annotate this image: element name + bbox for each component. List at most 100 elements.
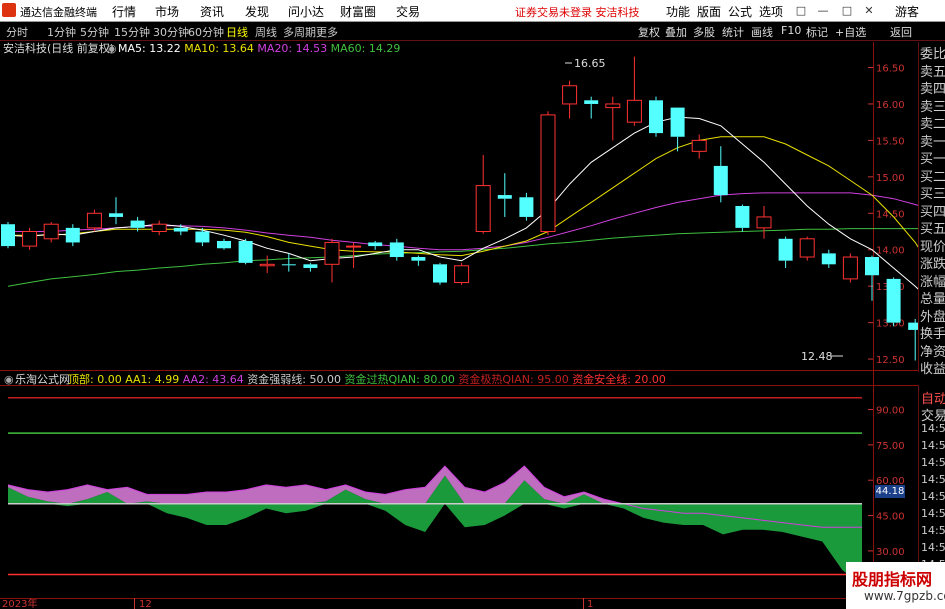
app-window: 通达信金融终端 行情 市场 资讯 发现 问小达 财富圈 交易 证券交易未登录 安… [0, 0, 945, 609]
ma-legend-item: MA60: 14.29 [331, 42, 401, 55]
quote-field-label: 涨幅 [920, 274, 945, 290]
candle-body [217, 240, 231, 249]
tick-time: 14:56 [921, 422, 945, 435]
candle-body [584, 100, 599, 104]
sub-legend: 顶部: 0.00 AA1: 4.99 AA2: 43.64 资金强弱线: 50.… [68, 372, 666, 386]
quote-field-label: 卖三 [920, 99, 945, 115]
ma10-line [8, 136, 938, 277]
main-chart-header: 安洁科技(日线 前复权) ◉ MA5: 13.22 MA10: 13.64 MA… [3, 41, 400, 55]
quote-field-label: 卖二 [920, 117, 945, 132]
quote-field-label: 外盘 [920, 309, 945, 325]
candle-body [799, 238, 815, 258]
candle-body [130, 220, 145, 228]
candle-body [540, 114, 556, 233]
ma-lines [7, 116, 938, 307]
sub-legend-item: 资金强弱线: 50.00 [247, 372, 344, 386]
candle-body [756, 216, 772, 229]
y-tick-label: 14.00 [876, 246, 905, 257]
sub-legend-item: 资金极热QIAN: 95.00 [458, 372, 572, 386]
candle-body [109, 213, 123, 217]
ma-legend: MA5: 13.22 MA10: 13.64 MA20: 14.53 MA60:… [118, 42, 400, 55]
quote-field-label: 买三 [920, 187, 945, 202]
quote-field-label: 买五 [920, 222, 945, 237]
candle-body [22, 231, 38, 247]
ma60-line [7, 228, 937, 287]
stock-label[interactable]: 安洁科技(日线 前复权) [3, 41, 114, 55]
y-tick-label: 14.50 [876, 209, 905, 220]
extreme-labels: 16.65 12.48 [565, 57, 843, 363]
candle-body [324, 241, 340, 265]
candle-body [886, 278, 901, 323]
candle-body [691, 139, 707, 152]
ma-legend-item: MA5: 13.22 [118, 42, 184, 55]
candle-body [195, 231, 210, 243]
candle-body [778, 238, 793, 261]
x-label-2023: 2023年 [2, 597, 37, 609]
candle-body [519, 197, 534, 217]
chart-area[interactable]: 安洁科技(日线 前复权) ◉ MA5: 13.22 MA10: 13.64 MA… [0, 0, 945, 609]
candle-body [433, 264, 447, 283]
watermark-title: 股朋指标网 [852, 570, 933, 589]
ma-legend-item: MA20: 14.53 [257, 42, 330, 55]
sub-current-value: 44.18 [875, 485, 905, 498]
candle-body [713, 165, 728, 196]
y-tick-label: 30.00 [876, 547, 905, 558]
candle-body [649, 100, 663, 134]
candle-body [605, 103, 621, 109]
sub-legend-item: 资金安全线: 20.00 [572, 372, 666, 386]
candle-body [368, 242, 383, 247]
ma5-line [7, 116, 938, 307]
candle-body [475, 185, 491, 233]
candle-body [259, 263, 275, 267]
x-label-12: 12 [139, 599, 152, 609]
y-tick-label: 15.00 [876, 173, 905, 184]
ma-legend-item: MA10: 13.64 [184, 42, 257, 55]
sub-plot [7, 397, 862, 587]
candle-body [735, 206, 750, 228]
quote-field-label: 卖一 [920, 134, 945, 150]
formula-name[interactable]: 乐淘公式网 [15, 373, 70, 386]
candle-body [86, 212, 102, 229]
candle-body [43, 223, 59, 240]
candle-body [562, 85, 578, 105]
tick-time: 14:56 [921, 456, 945, 469]
settings-icon[interactable]: ◉ [107, 42, 117, 55]
candle-body [389, 242, 404, 258]
tick-time: 14:56 [921, 507, 945, 520]
quote-field-label: 买四 [920, 204, 945, 220]
candle-body [173, 227, 188, 232]
candle-body [865, 257, 879, 276]
quote-field-label: 委比 [920, 47, 945, 62]
tick-time: 14:56 [921, 439, 945, 452]
low-price-label: 12.48 [801, 350, 833, 363]
tick-time: 14:56 [921, 541, 945, 554]
candle-body [497, 195, 512, 199]
candle-body [626, 99, 642, 123]
watermark: 股朋指标网 www.7gpzb.com [846, 562, 945, 609]
quote-side-panel: 委比 卖五 卖四 卖三 卖二 卖一 买一 买二 买三 买四 买五 现价 涨跌 涨幅 总量 外盘 换手 净资 收益 [918, 42, 945, 377]
candle-body [151, 223, 167, 233]
candle-body [1, 224, 15, 247]
quote-field-label: 换手 [920, 327, 945, 342]
candle-body [821, 253, 836, 265]
quote-field-label: 现价 [920, 239, 945, 255]
y-tick-label: 12.50 [876, 355, 905, 366]
candle-body [670, 107, 685, 137]
quote-field-label: 买一 [920, 152, 945, 167]
candles [1, 56, 944, 361]
y-tick-label: 15.50 [876, 136, 905, 147]
sub-legend-item: AA1: 4.99 [125, 373, 183, 386]
sub-legend-item: 资金过热QIAN: 80.00 [345, 372, 459, 386]
candle-body [65, 227, 80, 243]
candle-body [281, 264, 296, 266]
sub-legend-item: AA2: 43.64 [183, 373, 248, 386]
high-price-label: 16.65 [574, 57, 606, 70]
tick-time: 14:56 [921, 524, 945, 537]
watermark-url: www.7gpzb.com [864, 589, 945, 603]
candle-body [346, 245, 362, 248]
candle-body [303, 264, 318, 268]
quote-field-label: 卖五 [920, 64, 945, 80]
quote-field-label: 收益 [920, 362, 945, 377]
formula-gear-icon[interactable]: ◉ [4, 373, 14, 386]
candle-body [411, 257, 426, 261]
